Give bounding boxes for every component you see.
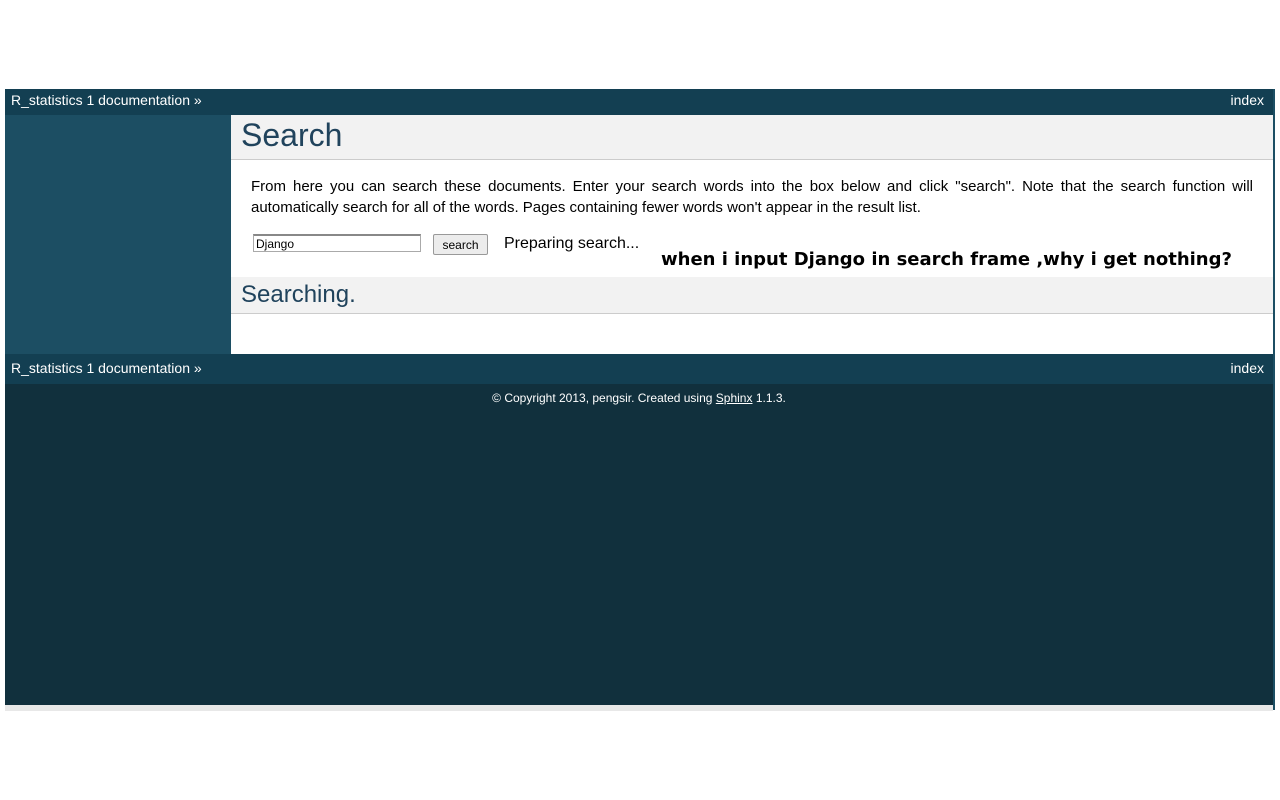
breadcrumb: R_statistics 1 documentation »	[11, 92, 202, 108]
breadcrumb-separator-bottom: »	[193, 360, 202, 376]
breadcrumb-separator: »	[193, 92, 202, 108]
home-link-bottom[interactable]: R_statistics 1 documentation	[11, 360, 190, 376]
search-status: Preparing search...	[504, 235, 640, 252]
search-intro-text: From here you can search these documents…	[251, 178, 1253, 216]
results-heading-bar: Searching.	[231, 277, 1273, 314]
home-link[interactable]: R_statistics 1 documentation	[11, 92, 190, 108]
top-related-bar: R_statistics 1 documentation » index	[5, 89, 1273, 115]
main-content: Search From here you can search these do…	[231, 115, 1273, 354]
copyright-prefix: © Copyright 2013, pengsir. Created using	[492, 391, 716, 405]
bottom-related-bar: R_statistics 1 documentation » index	[5, 354, 1273, 384]
document-frame: R_statistics 1 documentation » index Sea…	[5, 89, 1275, 710]
footer: © Copyright 2013, pengsir. Created using…	[5, 391, 1273, 405]
index-link-bottom[interactable]: index	[1231, 360, 1264, 376]
breadcrumb-bottom: R_statistics 1 documentation »	[11, 360, 202, 376]
user-annotation: when i input Django in search frame ,why…	[661, 249, 1232, 270]
copyright-suffix: 1.1.3.	[752, 391, 786, 405]
sidebar	[5, 115, 231, 354]
page-title: Search	[241, 117, 343, 153]
search-input[interactable]	[253, 234, 421, 252]
results-heading: Searching.	[241, 281, 356, 308]
index-link[interactable]: index	[1231, 92, 1264, 108]
horizontal-scrollbar[interactable]	[5, 705, 1273, 711]
sphinx-link[interactable]: Sphinx	[716, 391, 753, 405]
search-button[interactable]: search	[433, 234, 488, 255]
page-title-bar: Search	[231, 115, 1273, 160]
